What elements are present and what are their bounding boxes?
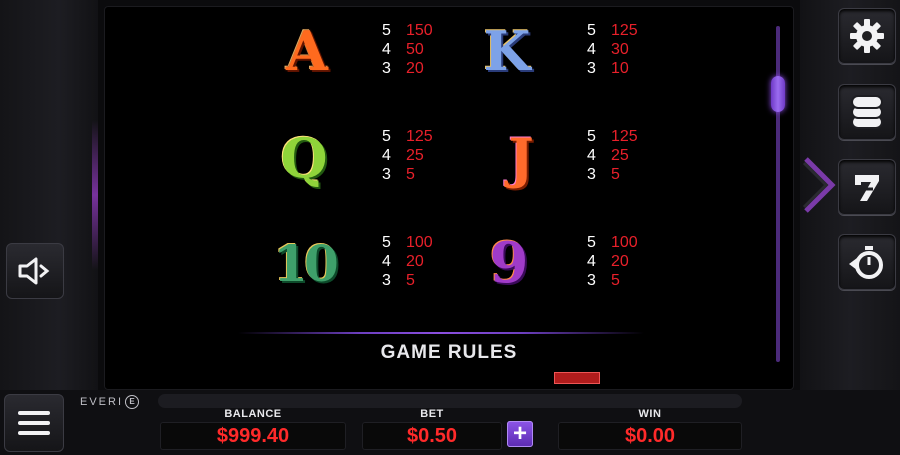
bet-meter[interactable]: BET $0.50 <box>362 408 502 452</box>
pay-value: 20 <box>611 253 629 270</box>
pay-value: 125 <box>406 128 433 145</box>
pay-count: 4 <box>587 253 596 270</box>
pay-count: 3 <box>587 272 596 289</box>
brand-text: EVERI <box>80 396 124 408</box>
pay-count: 5 <box>382 22 391 39</box>
pay-value: 5 <box>406 166 415 183</box>
pay-value: 20 <box>406 253 424 270</box>
balance-meter: BALANCE $999.40 <box>160 408 346 452</box>
bet-value: $0.50 <box>362 422 502 450</box>
pay-count: 3 <box>382 60 391 77</box>
game-rules-heading: GAME RULES <box>380 342 518 363</box>
hamburger-menu-icon <box>18 411 50 435</box>
message-bar <box>158 394 742 408</box>
pay-count: 4 <box>587 147 596 164</box>
balance-label: BALANCE <box>224 408 282 420</box>
gear-icon <box>850 19 884 53</box>
pay-count: 4 <box>382 41 391 58</box>
paytable-entry-9: 5 100 4 20 35 <box>585 233 665 290</box>
autoplay-timer-icon <box>849 246 883 279</box>
pay-value: 25 <box>406 147 424 164</box>
paytable-entry-10: 5 100 4 20 35 <box>380 233 460 290</box>
pay-count: 4 <box>382 147 391 164</box>
pay-count: 3 <box>587 60 596 77</box>
bet-coins-button[interactable] <box>838 84 896 140</box>
left-glow-accent <box>92 120 98 270</box>
pay-value: 150 <box>406 22 433 39</box>
bet-increase-button[interactable]: + <box>507 421 533 447</box>
pay-value: 30 <box>611 41 629 58</box>
pay-value: 5 <box>406 272 415 289</box>
win-label: WIN <box>638 408 662 420</box>
pay-count: 5 <box>382 234 391 251</box>
slot-seven-icon <box>855 175 879 201</box>
win-meter: WIN $0.00 <box>558 408 742 452</box>
balance-value: $999.40 <box>160 422 346 450</box>
bet-label: BET <box>420 408 444 420</box>
paytable-entry-k: 5 125 4 30 3 10 <box>585 21 665 78</box>
pay-count: 3 <box>382 272 391 289</box>
ten-symbol-icon: 10 <box>273 233 339 293</box>
paytable-panel[interactable]: A 5 150 4 50 3 20 K 5 125 4 30 3 10 Q 5 125 4 25… <box>104 6 794 390</box>
rules-graphic-peek <box>554 372 600 384</box>
pay-value: 125 <box>611 22 638 39</box>
pay-value: 5 <box>611 272 620 289</box>
win-value: $0.00 <box>558 422 742 450</box>
j-symbol-icon: J <box>508 126 534 190</box>
scrollbar-thumb[interactable] <box>771 76 785 112</box>
menu-button[interactable] <box>4 394 64 452</box>
pay-value: 20 <box>406 60 424 77</box>
brand-mark: E <box>125 395 140 409</box>
nine-symbol-icon: 9 <box>489 230 529 296</box>
section-divider <box>238 332 644 334</box>
paytable-button[interactable] <box>838 159 896 215</box>
speaker-icon <box>18 257 50 285</box>
autoplay-button[interactable] <box>838 234 896 290</box>
brand-logo: EVERI E <box>80 395 140 409</box>
pay-value: 125 <box>611 128 638 145</box>
left-side-panel <box>0 0 98 390</box>
pay-count: 4 <box>382 253 391 270</box>
pay-value: 50 <box>406 41 424 58</box>
chevron-right-icon[interactable] <box>800 155 840 215</box>
pay-value: 100 <box>611 234 638 251</box>
pay-value: 10 <box>611 60 629 77</box>
pay-count: 5 <box>382 128 391 145</box>
pay-count: 5 <box>587 234 596 251</box>
pay-count: 3 <box>587 166 596 183</box>
q-symbol-icon: Q <box>280 126 328 190</box>
pay-count: 4 <box>587 41 596 58</box>
sound-toggle-button[interactable] <box>6 243 64 299</box>
paytable-entry-a: 5 150 4 50 3 20 <box>380 21 460 78</box>
a-symbol-icon: A <box>286 19 328 83</box>
settings-button[interactable] <box>838 8 896 64</box>
pay-count: 3 <box>382 166 391 183</box>
pay-count: 5 <box>587 22 596 39</box>
pay-count: 5 <box>587 128 596 145</box>
pay-value: 5 <box>611 166 620 183</box>
paytable-entry-q: 5 125 4 25 35 <box>380 127 460 184</box>
coin-stack-icon <box>851 95 883 129</box>
pay-value: 100 <box>406 234 433 251</box>
paytable-entry-j: 5 125 4 25 35 <box>585 127 665 184</box>
k-symbol-icon: K <box>483 19 531 83</box>
pay-value: 25 <box>611 147 629 164</box>
